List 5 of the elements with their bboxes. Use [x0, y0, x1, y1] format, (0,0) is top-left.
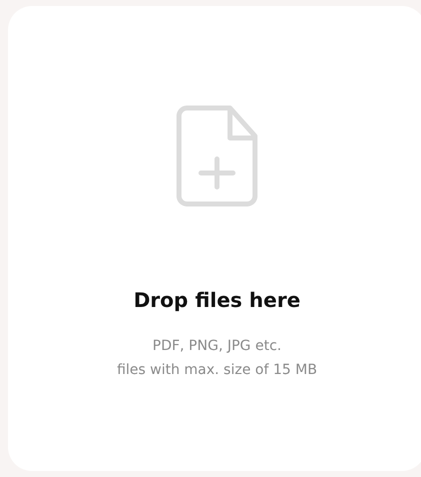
drop-title: Drop files here: [134, 288, 300, 312]
file-hint-text: files with max. size of 15 MB: [116, 361, 318, 380]
file-add-icon: [175, 104, 259, 208]
drop-zone[interactable]: Drop files here PDF, PNG, JPG etc. files with max. size of 15 MB: [8, 6, 421, 471]
file-hint-text: PDF, PNG, JPG etc.: [152, 337, 282, 356]
